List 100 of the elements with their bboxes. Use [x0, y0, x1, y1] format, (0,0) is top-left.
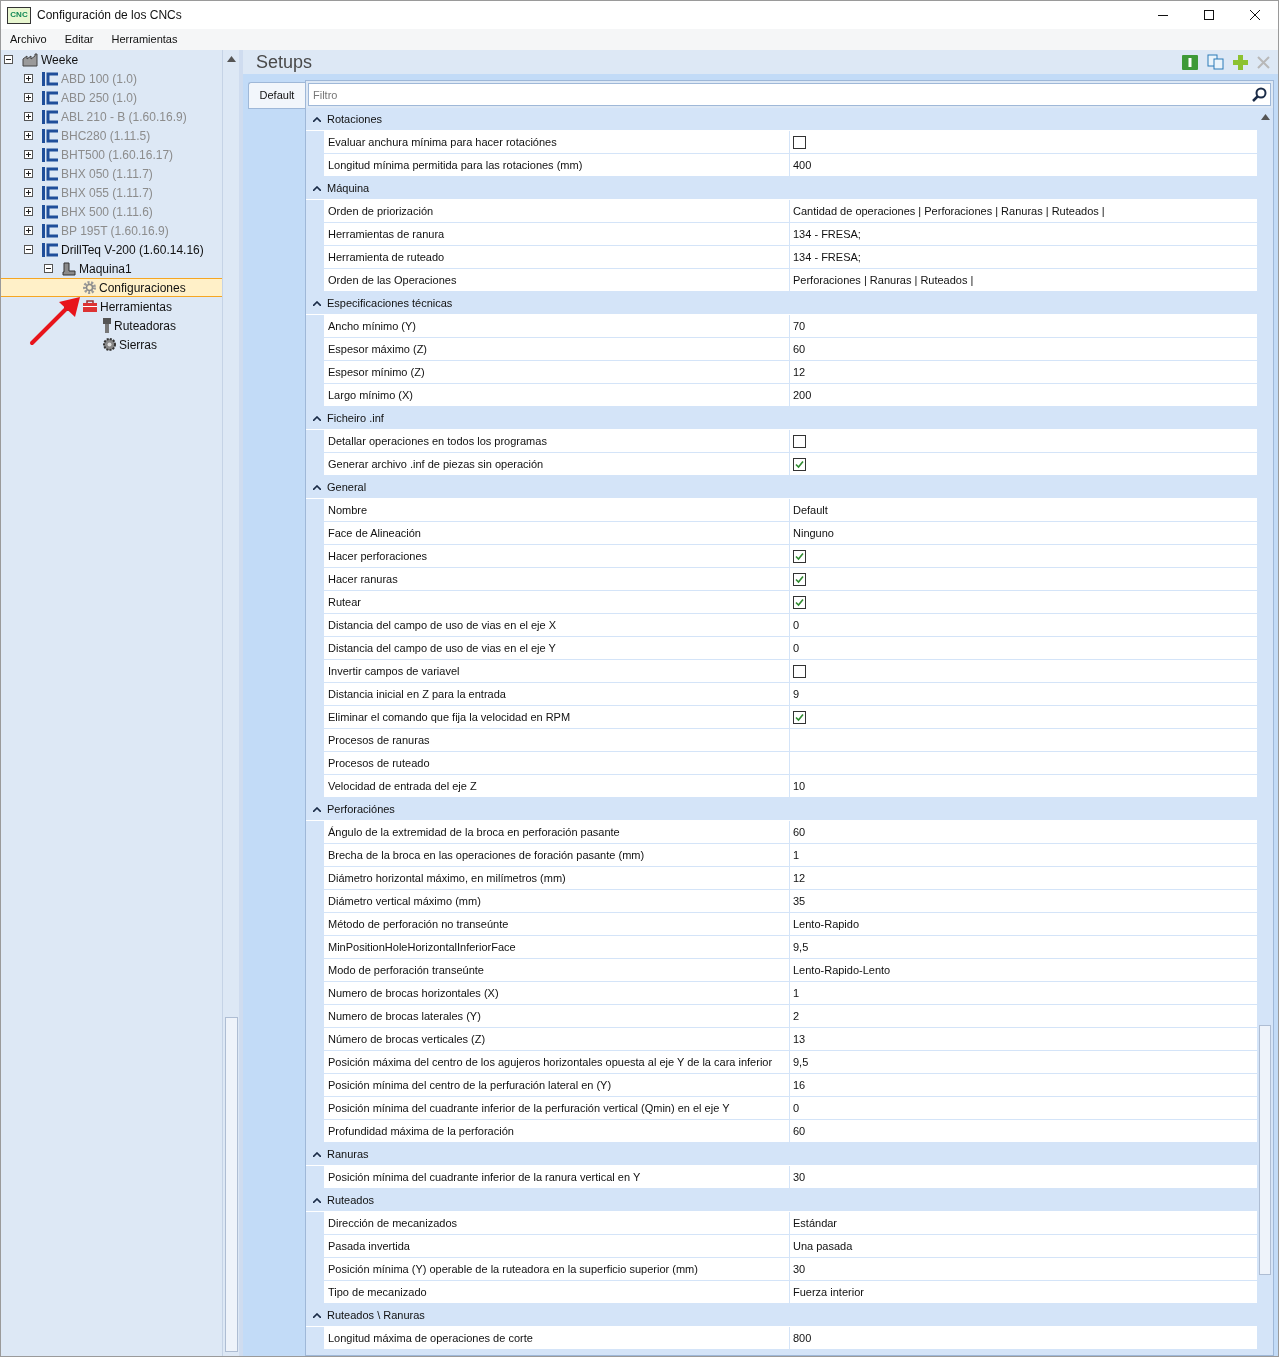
scroll-up-icon[interactable] — [226, 56, 236, 62]
property-name: Profundidad máxima de la perforación — [324, 1120, 790, 1142]
collapse-icon[interactable] — [312, 1151, 321, 1157]
panel-title: Setups — [256, 50, 313, 74]
collapse-icon[interactable] — [312, 1197, 321, 1203]
checkbox[interactable] — [793, 710, 806, 724]
property-value[interactable]: 30 — [790, 1166, 1257, 1188]
property-value[interactable]: 9,5 — [790, 1051, 1257, 1073]
filter-field[interactable]: Filtro — [308, 83, 1271, 106]
property-value[interactable]: 35 — [790, 890, 1257, 912]
collapse-icon[interactable] — [312, 300, 321, 306]
menu-item[interactable]: Herramientas — [102, 31, 187, 48]
checkbox[interactable] — [793, 595, 806, 609]
property-value[interactable]: 10 — [790, 775, 1257, 797]
checkbox[interactable] — [793, 434, 806, 448]
checkbox[interactable] — [793, 572, 806, 586]
property-value[interactable]: 30 — [790, 1258, 1257, 1280]
checkbox[interactable] — [793, 664, 806, 678]
property-name: Orden de las Operaciones — [324, 269, 790, 291]
property-value[interactable]: Fuerza interior — [790, 1281, 1257, 1303]
collapse-icon[interactable] — [312, 185, 321, 191]
tree-item[interactable]: DrillTeq V-200 (1.60.14.16) — [1, 240, 222, 259]
property-name: Distancia inicial en Z para la entrada — [324, 683, 790, 705]
property-value[interactable]: 12 — [790, 361, 1257, 383]
property-value[interactable]: Lento-Rapido — [790, 913, 1257, 935]
property-value[interactable]: 60 — [790, 821, 1257, 843]
property-value[interactable]: Ninguno — [790, 522, 1257, 544]
property-name: Modo de perforación transeúnte — [324, 959, 790, 981]
property-value[interactable]: 60 — [790, 1120, 1257, 1142]
property-name: Distancia del campo de uso de vias en el eje Y — [324, 637, 790, 659]
arrow-drawing — [29, 296, 81, 346]
property-value[interactable]: Perforaciones | Ranuras | Ruteados | — [790, 269, 1257, 291]
property-value[interactable]: 0 — [790, 637, 1257, 659]
tree-item[interactable]: Weeke — [1, 50, 222, 69]
scroll-up-icon[interactable] — [1260, 114, 1270, 120]
gear-icon — [82, 280, 97, 295]
property-value[interactable]: 2 — [790, 1005, 1257, 1027]
property-value[interactable]: 16 — [790, 1074, 1257, 1096]
collapse-icon[interactable] — [24, 245, 33, 254]
property-value[interactable]: Cantidad de operaciones | Perforaciones | Ranuras | Ruteados | — [790, 200, 1257, 222]
property-value[interactable]: 400 — [790, 154, 1257, 176]
property-value[interactable]: 0 — [790, 1097, 1257, 1119]
collapse-icon[interactable] — [4, 55, 13, 64]
property-value[interactable]: Una pasada — [790, 1235, 1257, 1257]
checkbox[interactable] — [793, 549, 806, 563]
machine-logo-icon — [42, 223, 59, 238]
property-value[interactable]: 13 — [790, 1028, 1257, 1050]
property-name: Posición mínima del centro de la perfuración lateral en (Y) — [324, 1074, 790, 1096]
property-value[interactable]: 134 - FRESA; — [790, 246, 1257, 268]
collapse-icon[interactable] — [312, 484, 321, 490]
checkbox[interactable] — [793, 457, 806, 471]
search-icon[interactable] — [1252, 87, 1267, 102]
tree-item[interactable]: Ruteadoras — [1, 316, 222, 335]
property-name: Herramienta de ruteado — [324, 246, 790, 268]
property-name: Herramientas de ranura — [324, 223, 790, 245]
collapse-icon[interactable] — [44, 264, 53, 273]
property-value[interactable]: 60 — [790, 338, 1257, 360]
tab[interactable]: Default — [248, 82, 305, 109]
machine-logo-icon — [42, 166, 59, 181]
machine-icon — [62, 261, 77, 276]
property-value[interactable]: 70 — [790, 315, 1257, 337]
property-name: Largo mínimo (X) — [324, 384, 790, 406]
copy-icon[interactable] — [1207, 54, 1224, 70]
property-value[interactable]: 800 — [790, 1327, 1257, 1349]
property-value[interactable]: 200 — [790, 384, 1257, 406]
info-icon[interactable] — [1182, 54, 1198, 70]
property-name: Dirección de mecanizados — [324, 1212, 790, 1234]
property-value[interactable]: Lento-Rapido-Lento — [790, 959, 1257, 981]
property-value[interactable]: 9,5 — [790, 936, 1257, 958]
menu-item[interactable]: Archivo — [1, 31, 56, 48]
property-value[interactable]: Default — [790, 499, 1257, 521]
property-value[interactable]: 0 — [790, 614, 1257, 636]
property-name: Hacer perforaciones — [324, 545, 790, 567]
toolbox-icon — [82, 300, 98, 313]
collapse-icon[interactable] — [312, 116, 321, 122]
collapse-icon[interactable] — [312, 806, 321, 812]
machine-logo-icon — [42, 242, 59, 257]
collapse-icon[interactable] — [312, 1312, 321, 1318]
property-name: Espesor mínimo (Z) — [324, 361, 790, 383]
scrollbar-thumb[interactable] — [1259, 1025, 1271, 1275]
property-value[interactable]: 134 - FRESA; — [790, 223, 1257, 245]
property-value[interactable]: 9 — [790, 683, 1257, 705]
tree-scrollbar[interactable] — [222, 50, 239, 1356]
router-bit-icon — [102, 318, 112, 333]
collapse-icon[interactable] — [312, 415, 321, 421]
checkbox[interactable] — [793, 135, 806, 149]
menu-item[interactable]: Editar — [55, 31, 103, 48]
property-value[interactable]: Estándar — [790, 1212, 1257, 1234]
property-name: Diámetro vertical máximo (mm) — [324, 890, 790, 912]
tree-item[interactable]: Sierras — [1, 335, 222, 354]
grid-scrollbar[interactable] — [1257, 108, 1273, 1355]
tree-item[interactable]: Maquina1 — [1, 259, 222, 278]
property-value[interactable]: 1 — [790, 844, 1257, 866]
property-name: Brecha de la broca en las operaciones de foración pasante (mm) — [324, 844, 790, 866]
scrollbar-thumb[interactable] — [224, 1017, 238, 1352]
property-value[interactable]: 1 — [790, 982, 1257, 1004]
tree-item[interactable]: Configuraciones — [1, 278, 222, 297]
property-name: Face de Alineación — [324, 522, 790, 544]
property-value[interactable]: 12 — [790, 867, 1257, 889]
property-name: Posición mínima (Y) operable de la ruteadora en la superficio superior (mm) — [324, 1258, 790, 1280]
